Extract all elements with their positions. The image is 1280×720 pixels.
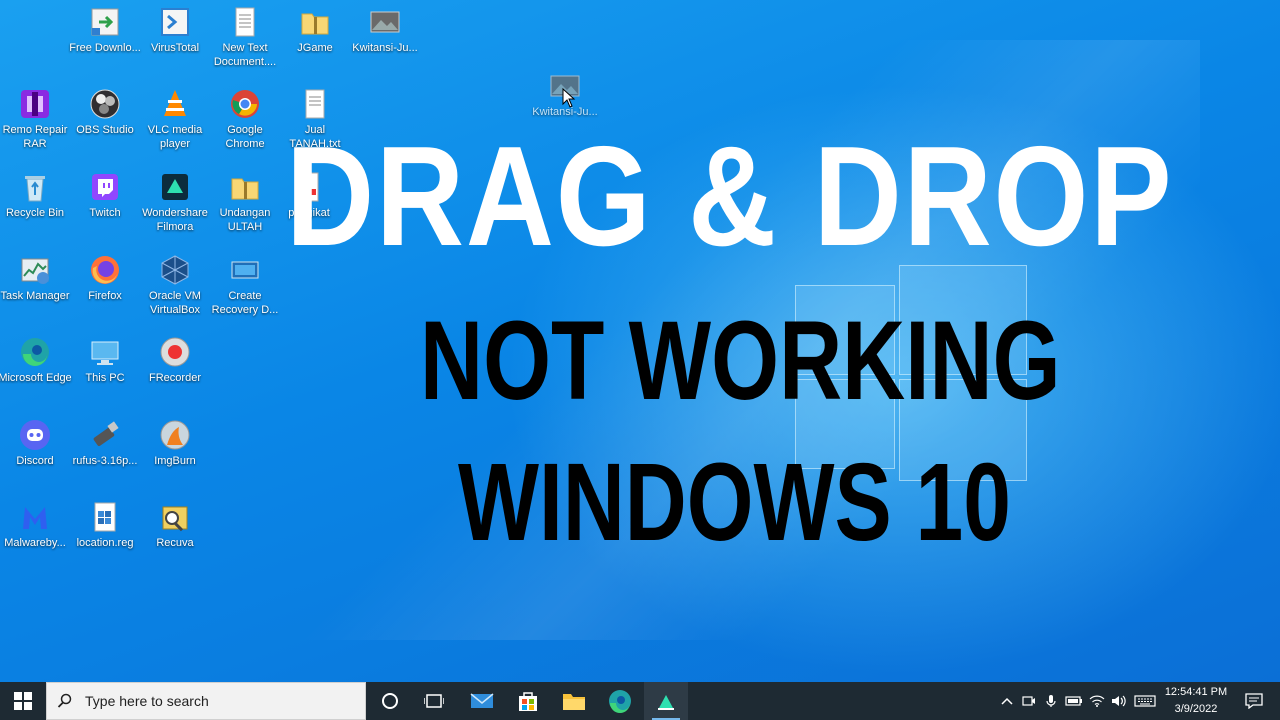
- headline-line-2: NOT WORKING: [420, 298, 1061, 423]
- file-explorer-icon: [563, 694, 585, 710]
- desktop-icon-firefox[interactable]: Firefox: [68, 254, 142, 303]
- taskbar-search-box[interactable]: Type here to search: [46, 682, 366, 720]
- clock-date: 3/9/2022: [1174, 703, 1218, 715]
- taskbar-edge-button[interactable]: [598, 682, 642, 720]
- battery-icon[interactable]: [1062, 695, 1086, 707]
- firefox-icon: [89, 254, 121, 286]
- desktop-icon-obs-studio[interactable]: OBS Studio: [68, 88, 142, 137]
- chrome-icon: [229, 88, 261, 120]
- desktop-icon-kwitansi[interactable]: Kwitansi-Ju...: [348, 6, 422, 55]
- cortana-icon: [382, 693, 398, 709]
- headline-line-3: WINDOWS 10: [458, 441, 1011, 564]
- registry-file-icon: [89, 501, 121, 533]
- desktop-icon-undangan-ultah[interactable]: Undangan ULTAH: [208, 171, 282, 234]
- desktop-icon-this-pc[interactable]: This PC: [68, 336, 142, 385]
- desktop-icon-google-chrome[interactable]: Google Chrome: [208, 88, 282, 151]
- edge-icon: [19, 336, 51, 368]
- edge-icon: [609, 690, 631, 713]
- meet-now-icon[interactable]: [1018, 695, 1040, 707]
- taskbar-store-button[interactable]: [506, 682, 550, 720]
- twitch-icon: [89, 171, 121, 203]
- frecorder-icon: [159, 336, 191, 368]
- desktop-icon-discord[interactable]: Discord: [0, 419, 72, 468]
- search-icon: [57, 693, 72, 708]
- system-tray: [996, 682, 1160, 720]
- desktop-icon-remo-repair[interactable]: Remo Repair RAR: [0, 88, 72, 151]
- filmora-icon: [159, 171, 191, 203]
- task-view-button[interactable]: [412, 682, 456, 720]
- desktop-icon-twitch[interactable]: Twitch: [68, 171, 142, 220]
- free-download-manager-icon: [89, 6, 121, 38]
- desktop-icon-rufus[interactable]: rufus-3.16p...: [68, 419, 142, 468]
- remo-repair-icon: [19, 88, 51, 120]
- virustotal-icon: [159, 6, 191, 38]
- volume-icon[interactable]: [1108, 694, 1130, 708]
- search-placeholder: Type here to search: [85, 693, 209, 709]
- recovery-drive-icon: [229, 254, 261, 286]
- windows-start-icon: [14, 692, 32, 710]
- notification-icon: [1245, 693, 1263, 709]
- text-document-icon: [229, 6, 261, 38]
- desktop-icon-frecorder[interactable]: FRecorder: [138, 336, 212, 385]
- desktop-icon-jgame[interactable]: JGame: [278, 6, 352, 55]
- desktop-icon-create-recovery-drive[interactable]: Create Recovery D...: [208, 254, 282, 317]
- desktop-icon-new-text-document[interactable]: New Text Document....: [208, 6, 282, 69]
- discord-icon: [19, 419, 51, 451]
- virtualbox-icon: [159, 254, 191, 286]
- mail-icon: [470, 693, 494, 708]
- filmora-icon: [658, 695, 674, 710]
- folder-zip-icon: [229, 171, 261, 203]
- show-hidden-icons-chevron-icon[interactable]: [996, 697, 1018, 705]
- desktop-icon-malwarebytes[interactable]: Malwareby...: [0, 501, 72, 550]
- this-pc-icon: [89, 336, 121, 368]
- touch-keyboard-icon[interactable]: [1130, 695, 1160, 707]
- desktop-icon-filmora[interactable]: Wondershare Filmora: [138, 171, 212, 234]
- desktop-icon-microsoft-edge[interactable]: Microsoft Edge: [0, 336, 72, 385]
- rufus-icon: [89, 419, 121, 451]
- desktop-icon-free-download-manager[interactable]: Free Downlo...: [68, 6, 142, 55]
- headline-line-1: DRAG & DROP: [286, 117, 1174, 276]
- desktop-icon-virustotal[interactable]: VirusTotal: [138, 6, 212, 55]
- desktop-icon-recycle-bin[interactable]: Recycle Bin: [0, 171, 72, 220]
- mouse-cursor-icon: [562, 87, 576, 113]
- cortana-button[interactable]: [368, 682, 412, 720]
- taskbar-file-explorer-button[interactable]: [552, 682, 596, 720]
- text-document-icon: [299, 88, 331, 120]
- malwarebytes-icon: [19, 501, 51, 533]
- store-icon: [519, 692, 537, 711]
- recuva-icon: [159, 501, 191, 533]
- task-manager-icon: [19, 254, 51, 286]
- taskbar: Type here to search 12:54:41 PM 3/9/2022: [0, 682, 1280, 720]
- task-view-icon: [424, 694, 444, 708]
- taskbar-filmora-button[interactable]: [644, 682, 688, 720]
- image-file-icon: [369, 6, 401, 38]
- desktop-icon-vlc[interactable]: VLC media player: [138, 88, 212, 151]
- taskbar-clock[interactable]: 12:54:41 PM 3/9/2022: [1158, 684, 1234, 718]
- start-button[interactable]: [0, 682, 46, 720]
- clock-time: 12:54:41 PM: [1164, 686, 1228, 698]
- desktop[interactable]: Remo Repair RAR Recycle Bin Task Manager…: [0, 0, 1280, 682]
- imgburn-icon: [159, 419, 191, 451]
- desktop-icon-virtualbox[interactable]: Oracle VM VirtualBox: [138, 254, 212, 317]
- microphone-icon[interactable]: [1040, 694, 1062, 708]
- folder-zip-icon: [299, 6, 331, 38]
- desktop-icon-recuva[interactable]: Recuva: [138, 501, 212, 550]
- taskbar-mail-button[interactable]: [460, 682, 504, 720]
- desktop-icon-task-manager[interactable]: Task Manager: [0, 254, 72, 303]
- desktop-icon-imgburn[interactable]: ImgBurn: [138, 419, 212, 468]
- recycle-bin-icon: [19, 171, 51, 203]
- action-center-button[interactable]: [1234, 682, 1274, 720]
- desktop-icon-location-reg[interactable]: location.reg: [68, 501, 142, 550]
- vlc-icon: [159, 88, 191, 120]
- obs-studio-icon: [89, 88, 121, 120]
- wifi-icon[interactable]: [1086, 695, 1108, 707]
